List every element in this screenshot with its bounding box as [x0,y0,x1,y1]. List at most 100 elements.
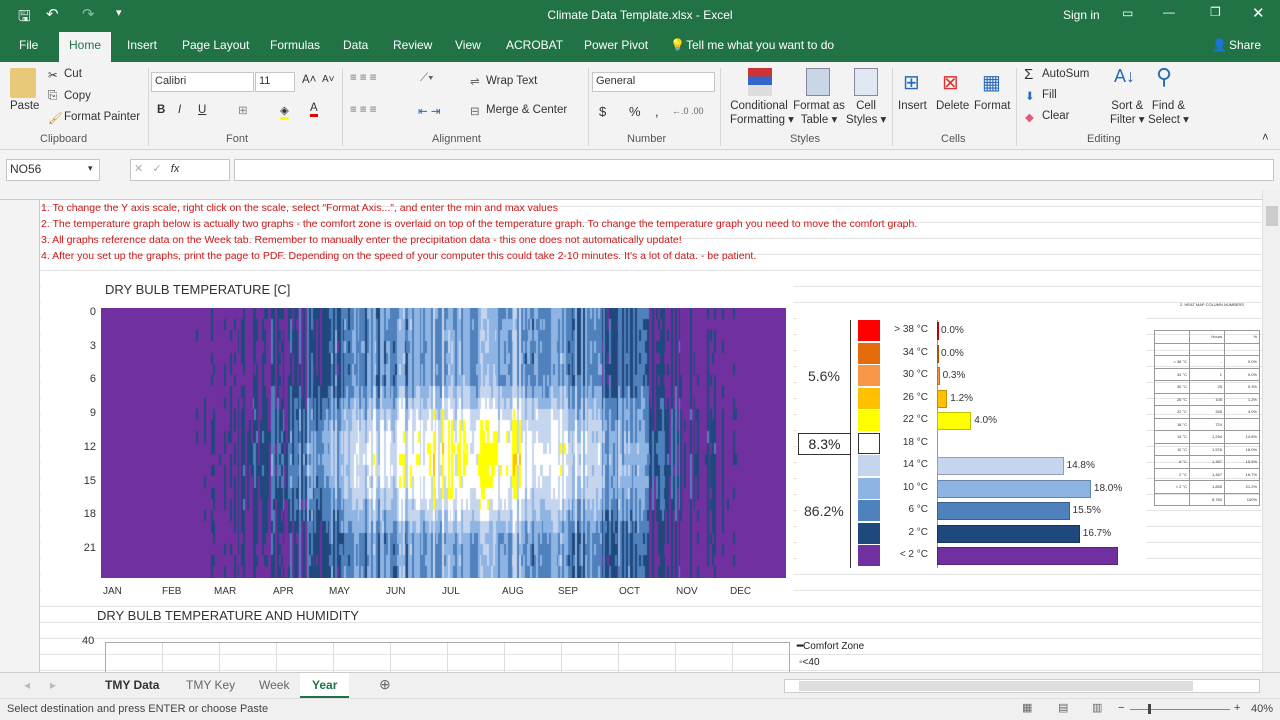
name-box[interactable]: NO56 [6,159,100,181]
zoom-in-button[interactable]: + [1234,702,1240,714]
sign-in-link[interactable]: Sign in [1063,8,1100,22]
number-format-dropdown[interactable]: General [592,72,715,92]
find-select-button[interactable]: Find & Select ▾ [1148,100,1189,126]
distribution-bar[interactable] [937,502,1070,520]
format-button[interactable]: Format [974,100,1010,112]
enter-icon[interactable]: ✓ [152,163,161,175]
percent-button[interactable]: % [629,104,641,119]
function-icon[interactable]: fx [171,163,180,175]
minimize-button[interactable]: — [1163,5,1175,19]
vertical-scrollbar[interactable] [1262,190,1280,672]
tab-page-layout[interactable]: Page Layout [182,38,249,52]
align-left-icon[interactable]: ≡ ≡ ≡ [350,104,377,116]
currency-button[interactable]: $ [599,104,606,119]
tab-formulas[interactable]: Formulas [270,38,320,52]
table-cell: 34 °C [1154,367,1190,381]
name-box-dropdown-icon[interactable]: ▾ [88,163,93,174]
tell-me-search[interactable]: Tell me what you want to do [686,38,834,52]
ribbon-display-icon[interactable]: ▭ [1122,6,1133,20]
conditional-formatting-button[interactable]: Conditional Formatting ▾ [730,100,794,126]
share-button[interactable]: Share [1229,38,1261,52]
distribution-bar[interactable] [937,547,1119,565]
scroll-sheets-right-icon[interactable]: ▸ [50,678,56,692]
copy-button[interactable]: Copy [64,90,91,102]
merge-center-button[interactable]: Merge & Center [486,104,567,116]
sheet-tab-year[interactable]: Year [300,673,350,698]
tab-acrobat[interactable]: ACROBAT [506,38,563,52]
tab-view[interactable]: View [455,38,481,52]
format-as-table-button[interactable]: Format as Table ▾ [792,100,846,126]
column-headers[interactable] [0,190,1262,200]
clear-button[interactable]: Clear [1042,110,1069,122]
maximize-button[interactable]: ❐ [1210,5,1221,19]
tab-data[interactable]: Data [343,38,368,52]
formula-input[interactable] [234,159,1274,181]
distribution-bar[interactable] [937,479,1091,498]
distribution-bar[interactable] [937,524,1080,543]
redo-icon[interactable]: ↷ [82,5,95,23]
delete-button[interactable]: Delete [936,100,969,112]
close-button[interactable]: ✕ [1252,4,1265,22]
customize-toolbar-icon[interactable]: ▾ [116,6,122,19]
tab-insert[interactable]: Insert [127,38,157,52]
y-tick-label: 40 [82,635,95,647]
scroll-thumb[interactable] [1266,206,1278,226]
zoom-level[interactable]: 40% [1251,703,1273,715]
distribution-bar[interactable] [937,457,1064,475]
sheet-tab-tmy-key[interactable]: TMY Key [186,678,235,692]
new-sheet-button[interactable]: ⊕ [379,676,391,693]
tab-file[interactable]: File [19,38,38,52]
decrease-font-icon[interactable]: A˅ [322,74,335,85]
increase-font-icon[interactable]: A˄ [302,74,316,86]
distribution-bar[interactable] [937,322,939,340]
page-break-view-icon[interactable]: ▥ [1092,701,1102,714]
zoom-out-button[interactable]: − [1118,702,1124,714]
sheet-tab-week[interactable]: Week [259,678,289,692]
insert-button[interactable]: Insert [898,100,927,112]
worksheet-grid[interactable]: 1. To change the Y axis scale, right cli… [0,190,1262,672]
tab-home[interactable]: Home [59,32,112,62]
tab-power-pivot[interactable]: Power Pivot [584,38,648,52]
paste-button[interactable]: Paste [10,100,39,112]
distribution-bar[interactable] [937,344,939,363]
cell-styles-button[interactable]: Cell Styles ▾ [846,100,886,126]
distribution-bar[interactable] [937,412,972,430]
sort-filter-button[interactable]: Sort & Filter ▾ [1110,100,1145,126]
humidity-plot[interactable] [105,642,790,672]
format-painter-button[interactable]: Format Painter [64,111,140,123]
font-name-dropdown[interactable]: Calibri [151,72,254,92]
normal-view-icon[interactable]: ▦ [1022,701,1032,714]
copy-icon: ⎘ [48,90,58,102]
font-size-dropdown[interactable]: 11 [255,72,295,92]
fill-button[interactable]: Fill [1042,89,1057,101]
comma-button[interactable]: , [655,104,659,119]
distribution-bar[interactable] [937,389,948,408]
undo-icon[interactable]: ↶ [46,5,59,23]
zoom-slider-thumb[interactable] [1148,704,1151,714]
underline-button[interactable]: U [198,104,206,116]
cut-button[interactable]: Cut [64,68,82,80]
font-color-icon[interactable]: A [310,102,318,117]
h-scroll-thumb[interactable] [799,681,1193,691]
save-icon[interactable]: 🖫 [18,6,31,31]
collapse-ribbon-icon[interactable]: ˄ [1262,132,1269,144]
row-headers[interactable] [0,190,40,672]
scroll-sheets-left-icon[interactable]: ◂ [24,678,30,692]
zoom-slider[interactable] [1130,704,1230,714]
bold-button[interactable]: B [157,104,165,116]
align-top-icon[interactable]: ≡ ≡ ≡ [350,72,377,84]
autosum-button[interactable]: AutoSum [1042,68,1089,80]
tab-review[interactable]: Review [393,38,432,52]
page-layout-view-icon[interactable]: ▤ [1058,701,1068,714]
fill-color-icon[interactable]: ◈ [280,103,289,120]
horizontal-scrollbar[interactable] [784,679,1260,693]
italic-button[interactable]: I [178,104,181,116]
sheet-tab-tmy-data[interactable]: TMY Data [105,678,159,692]
indent-icon[interactable]: ⇤ ⇥ [418,104,440,118]
borders-icon[interactable]: ⊞ [238,103,248,117]
distribution-bar[interactable] [937,367,940,385]
cancel-icon[interactable]: ✕ [134,163,143,175]
orientation-icon[interactable]: ⟋▾ [420,72,434,85]
decimal-icon[interactable]: ←.0 .00 [672,106,704,116]
wrap-text-button[interactable]: Wrap Text [486,75,537,87]
